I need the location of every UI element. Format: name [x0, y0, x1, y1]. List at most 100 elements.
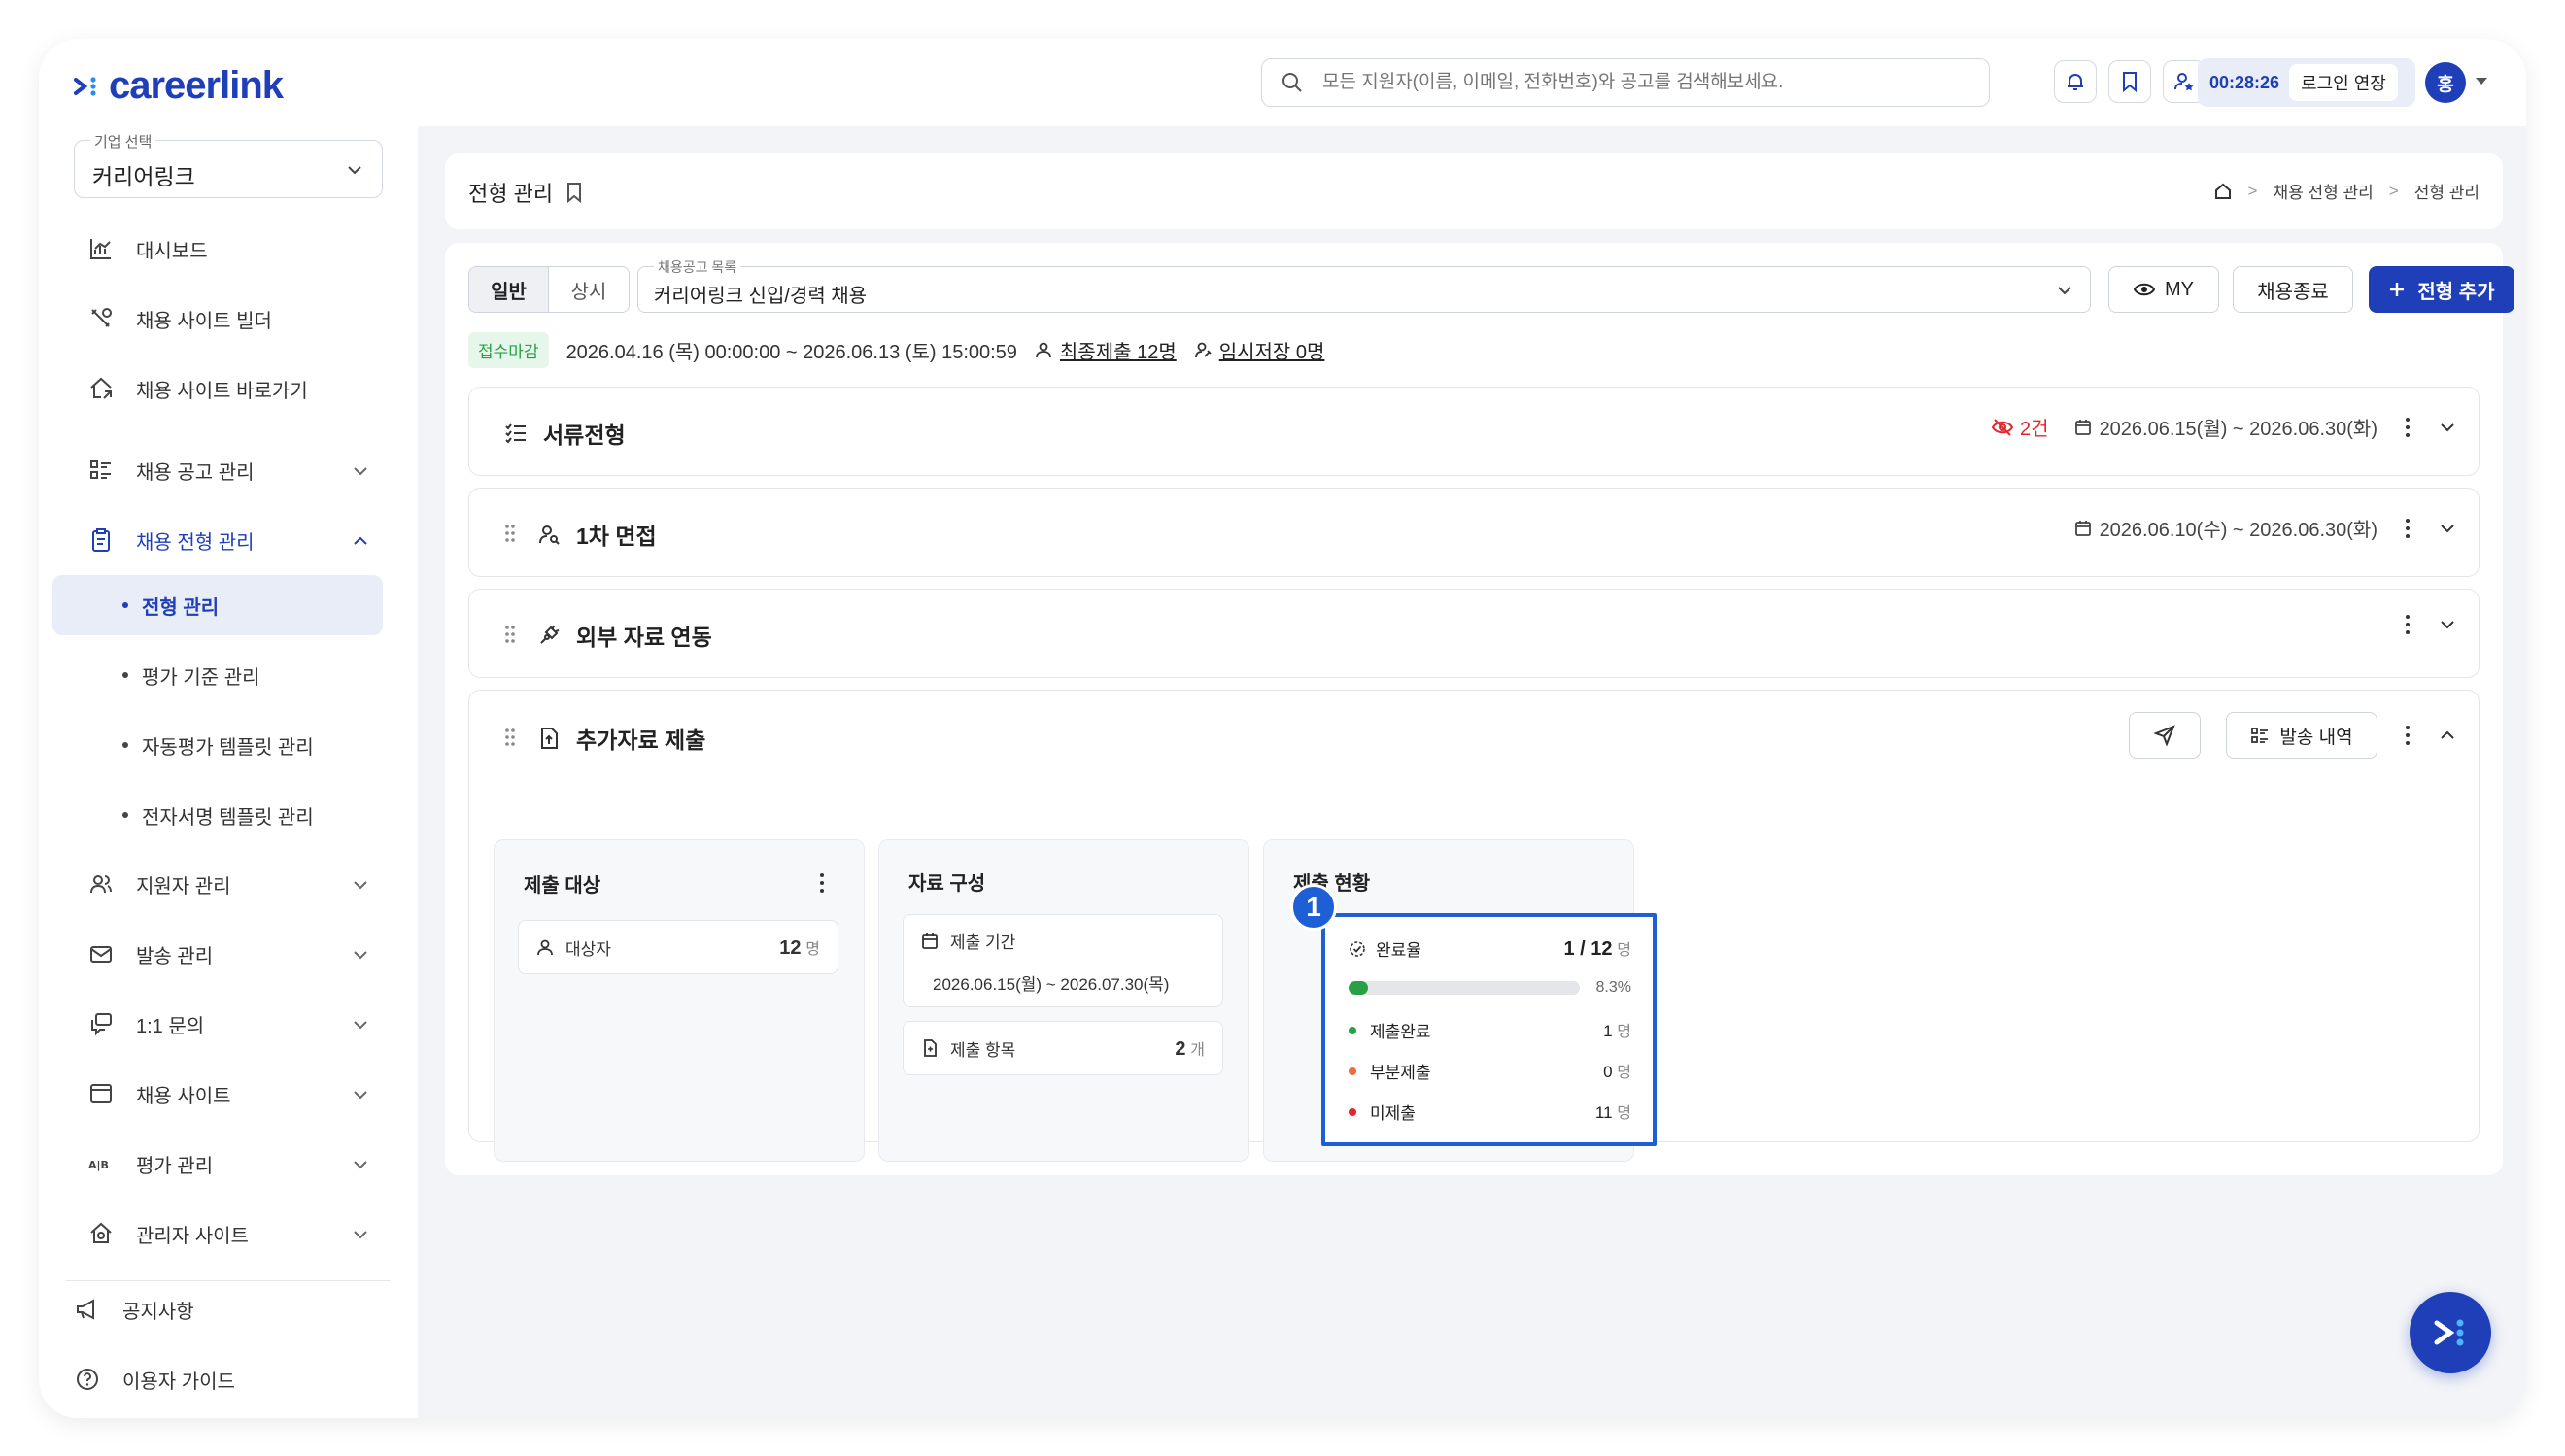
sidebar-item-job-posting[interactable]: 채용 공고 관리 [66, 441, 391, 499]
notification-button[interactable] [2054, 60, 2097, 103]
search-icon [1282, 73, 1302, 92]
sidebar-item-dashboard[interactable]: 대시보드 [66, 220, 391, 278]
stage-external-data[interactable]: 외부 자료 연동 [468, 589, 2480, 678]
send-button[interactable] [2129, 712, 2201, 759]
more-icon[interactable] [2403, 417, 2412, 437]
sidebar-item-evaluation[interactable]: A|B 평가 관리 [66, 1134, 391, 1193]
unit: 명 [1617, 942, 1631, 959]
tools-icon [91, 308, 112, 327]
temp-save-link[interactable]: 임시저장 0명 [1194, 336, 1324, 364]
breadcrumb-item[interactable]: 채용 전형 관리 [2273, 179, 2373, 203]
stage-period-text: 2026.06.10(수) ~ 2026.06.30(화) [2099, 520, 2377, 541]
sidebar-item-process[interactable]: 채용 전형 관리 [66, 511, 391, 569]
final-submit-text: 최종제출 12명 [1059, 341, 1177, 363]
progress-fill [1349, 981, 1368, 995]
stage-period: 2026.06.10(수) ~ 2026.06.30(화) [2074, 514, 2377, 542]
sidebar-item-recruit-site[interactable]: 채용 사이트 [66, 1065, 391, 1123]
items-row[interactable]: 제출 항목 2 개 [903, 1021, 1223, 1075]
more-icon[interactable] [2403, 518, 2412, 538]
sidebar-item-sending[interactable]: 발송 관리 [66, 925, 391, 983]
send-history-button[interactable]: 발송 내역 [2226, 712, 2377, 759]
status-row-partial: 부분제출 0 명 [1349, 1059, 1631, 1083]
chevron-down-icon[interactable] [2438, 418, 2457, 437]
sidebar-item-label: 채용 전형 관리 [136, 531, 255, 554]
timer-value: 00:28:26 [2209, 72, 2280, 92]
sidebar-item-applicants[interactable]: 지원자 관리 [66, 855, 391, 913]
hidden-count[interactable]: 2건 [1991, 413, 2049, 441]
sidebar-subitem-process-manage[interactable]: 전형 관리 [52, 575, 383, 635]
more-icon[interactable] [2403, 726, 2412, 745]
tab-general[interactable]: 일반 [469, 267, 549, 312]
close-recruit-button[interactable]: 채용종료 [2233, 266, 2353, 313]
sidebar-item-guide[interactable]: 이용자 가이드 [52, 1350, 377, 1408]
job-posting-select[interactable]: 채용공고 목록 커리어링크 신입/경력 채용 [637, 257, 2091, 313]
tab-always[interactable]: 상시 [549, 267, 629, 312]
avatar[interactable]: 홍 [2425, 62, 2466, 103]
chevron-up-icon[interactable] [2438, 726, 2457, 745]
breadcrumb-separator: > [2388, 181, 2399, 200]
add-process-label: 전형 추가 [2417, 281, 2495, 303]
global-search[interactable] [1261, 58, 1990, 107]
sidebar-item-admin-site[interactable]: 관리자 사이트 [66, 1204, 391, 1263]
bookmark-button[interactable] [2108, 60, 2151, 103]
process-card: 일반 상시 채용공고 목록 커리어링크 신입/경력 채용 MY 채용종료 전형 … [445, 243, 2514, 1175]
sidebar-item-site-shortcut[interactable]: 채용 사이트 바로가기 [66, 359, 391, 418]
period-box[interactable]: 제출 기간 2026.06.15(월) ~ 2026.07.30(목) [903, 914, 1223, 1007]
search-input[interactable] [1322, 72, 1954, 93]
stage-document[interactable]: 서류전형 2건 2026.06.15(월) ~ 2026.06.30(화) [468, 387, 2480, 476]
company-select-label: 기업 선택 [90, 131, 156, 152]
items-label-wrap: 제출 항목 [921, 1036, 1015, 1061]
add-process-button[interactable]: 전형 추가 [2369, 266, 2514, 313]
sidebar-item-label: 공지사항 [122, 1301, 194, 1323]
stage-interview-1[interactable]: 1차 면접 2026.06.10(수) ~ 2026.06.30(화) [468, 488, 2480, 577]
checklist-icon [505, 423, 526, 444]
chat-icon [91, 1013, 112, 1036]
breadcrumb: > 채용 전형 관리 > 전형 관리 [2213, 179, 2480, 203]
chevron-down-icon [354, 467, 367, 476]
stage-meta [2403, 615, 2457, 634]
drag-handle-icon[interactable] [504, 728, 516, 747]
more-icon[interactable] [2403, 615, 2412, 634]
chevron-down-icon[interactable] [2438, 519, 2457, 538]
sidebar-subitem-esign-template[interactable]: 전자서명 템플릿 관리 [52, 785, 383, 845]
rate-percent: 8.3% [1595, 979, 1631, 996]
logo[interactable]: careerlink [70, 64, 284, 108]
chevron-down-icon[interactable] [2438, 615, 2457, 634]
home-icon[interactable] [2213, 182, 2233, 201]
sidebar-item-label: 평가 관리 [136, 1155, 214, 1177]
drag-handle-icon[interactable] [504, 625, 516, 644]
mail-icon [90, 946, 112, 963]
final-submit-link[interactable]: 최종제출 12명 [1035, 336, 1177, 364]
material-panel: 자료 구성 제출 기간 2026.06.15(월) ~ 2026.07.30(목… [878, 839, 1249, 1162]
sidebar-item-label: 채용 사이트 [136, 1085, 231, 1107]
admin-home-icon [90, 1222, 112, 1243]
sidebar-subitem-criteria[interactable]: 평가 기준 관리 [52, 645, 383, 705]
caret-down-icon[interactable] [2476, 78, 2487, 85]
breadcrumb-item[interactable]: 전형 관리 [2414, 179, 2480, 203]
page-title-text: 전형 관리 [468, 182, 554, 206]
home-link-icon [90, 377, 112, 399]
sidebar-item-label: 이용자 가이드 [122, 1371, 235, 1393]
send-icon [2154, 725, 2175, 746]
more-icon[interactable] [817, 873, 827, 893]
status-count: 0 [1603, 1063, 1613, 1081]
sidebar-item-inquiry[interactable]: 1:1 문의 [66, 995, 391, 1053]
sidebar-subitem-auto-template[interactable]: 자동평가 템플릿 관리 [52, 715, 383, 775]
stage-title: 외부 자료 연동 [537, 619, 712, 652]
app-window: careerlink 00:28:26 로그인 연장 홍 기업 선택 커리어링크 [39, 39, 2526, 1418]
drag-handle-icon[interactable] [504, 524, 516, 543]
stage-meta: 2건 2026.06.15(월) ~ 2026.06.30(화) [1991, 413, 2457, 441]
help-fab-button[interactable] [2410, 1292, 2491, 1373]
extend-login-button[interactable]: 로그인 연장 [2289, 64, 2398, 101]
chevron-down-icon [2058, 287, 2071, 295]
company-select[interactable]: 기업 선택 커리어링크 [74, 131, 383, 198]
plus-icon [2390, 283, 2405, 296]
sidebar-item-notice[interactable]: 공지사항 [52, 1280, 377, 1338]
bookmark-icon[interactable] [564, 182, 584, 203]
sidebar-item-site-builder[interactable]: 채용 사이트 빌더 [66, 289, 391, 348]
user-icon [1036, 342, 1051, 358]
my-view-button[interactable]: MY [2108, 266, 2219, 313]
sidebar-subitem-label: 자동평가 템플릿 관리 [142, 736, 314, 759]
target-count: 12 [779, 936, 802, 959]
target-row[interactable]: 대상자 12 명 [518, 920, 838, 974]
